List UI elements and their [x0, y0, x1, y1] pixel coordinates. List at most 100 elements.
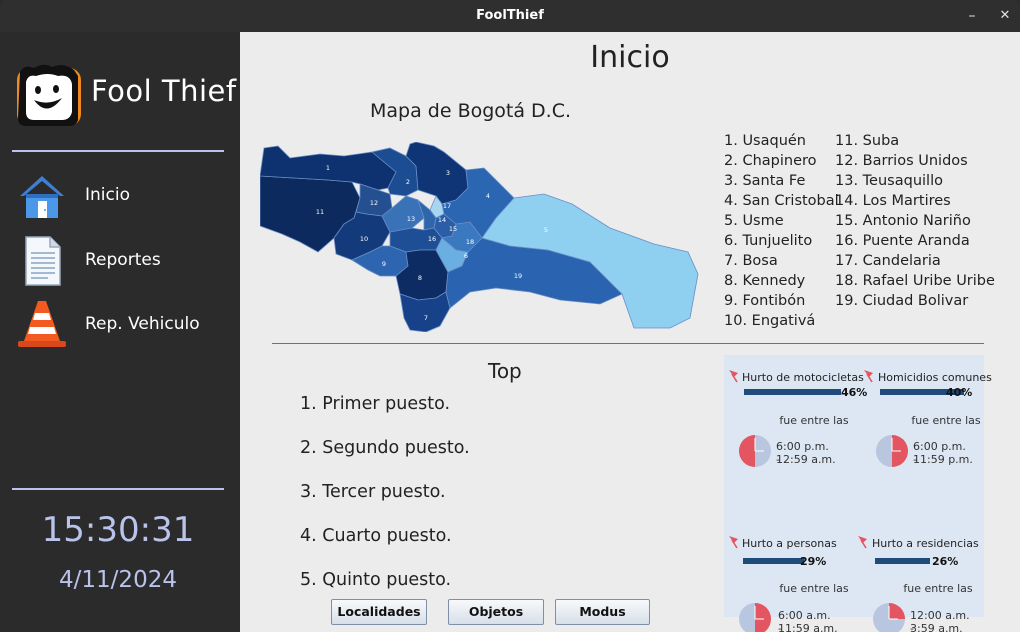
locality-item: 14. Los Martires	[835, 193, 951, 209]
locality-item: 13. Teusaquillo	[835, 173, 943, 189]
stat-percent: 46%	[841, 386, 868, 399]
map-label-16: 16	[428, 235, 436, 243]
map-label-7: 7	[424, 314, 428, 322]
title-bar: FoolThief – ✕	[0, 0, 1020, 32]
stat-percent: 29%	[800, 555, 827, 568]
sidebar-item-reportes[interactable]: Reportes	[16, 235, 236, 287]
map-label-17: 17	[443, 202, 451, 210]
map-label-18: 18	[466, 238, 474, 246]
stat-range-end: 11:59 a.m.	[778, 622, 838, 632]
pin-icon	[858, 536, 867, 549]
top-item: 3. Tercer puesto.	[300, 482, 446, 502]
document-icon	[25, 236, 61, 286]
map-label-3: 3	[446, 169, 450, 177]
locality-item: 16. Puente Aranda	[835, 233, 970, 249]
stat-when: fue entre las	[903, 582, 973, 595]
traffic-cone-icon	[18, 301, 66, 347]
sidebar-item-inicio[interactable]: Inicio	[16, 170, 236, 222]
fool-thief-logo	[17, 64, 81, 126]
objetos-button[interactable]: Objetos	[448, 599, 544, 625]
locality-item: 17. Candelaria	[835, 253, 941, 269]
map-title: Mapa de Bogotá D.C.	[370, 100, 572, 122]
map-label-12: 12	[370, 199, 378, 207]
stat-label: Hurto a residencias	[872, 537, 979, 550]
stat-range-end: 3:59 a.m.	[910, 622, 963, 632]
locality-item: 12. Barrios Unidos	[835, 153, 968, 169]
locality-item: 8. Kennedy	[724, 273, 806, 289]
stat-percent: 26%	[932, 555, 959, 568]
map-label-11: 11	[316, 208, 324, 216]
map-label-6: 6	[464, 252, 468, 260]
clock-pie-icon	[876, 435, 908, 467]
section-divider	[272, 343, 984, 344]
bogota-map: 1 2 3 4 5 6 7 8 9 10 11 12 13 14 15 16 1…	[260, 142, 699, 332]
stat-range-end: 12:59 a.m.	[776, 453, 836, 466]
pin-icon	[729, 370, 738, 383]
stat-range-end: 11:59 p.m.	[913, 453, 973, 466]
top-item: 2. Segundo puesto.	[300, 438, 470, 458]
map-label-10: 10	[360, 235, 368, 243]
map-label-9: 9	[382, 260, 386, 268]
map-label-8: 8	[418, 274, 422, 282]
clock-pie-icon	[873, 603, 905, 632]
map-label-13: 13	[407, 215, 415, 223]
top-title: Top	[488, 359, 522, 383]
top-item: 1. Primer puesto.	[300, 394, 451, 414]
crime-stats-panel: Hurto de motocicletas 46% fue entre las …	[724, 355, 992, 632]
sidebar-item-rep-vehiculo[interactable]: Rep. Vehiculo	[16, 299, 236, 351]
stat-label: Hurto a personas	[742, 537, 837, 550]
sidebar-item-label: Rep. Vehiculo	[85, 314, 200, 334]
minimize-button[interactable]: –	[962, 6, 982, 26]
sidebar-item-label: Inicio	[85, 185, 130, 205]
close-button[interactable]: ✕	[995, 6, 1015, 26]
stat-bar	[875, 558, 930, 564]
top-item: 5. Quinto puesto.	[300, 570, 452, 590]
clock-pie-icon	[739, 603, 771, 632]
home-icon	[20, 176, 64, 218]
locality-item: 2. Chapinero	[724, 153, 817, 169]
stat-when: fue entre las	[911, 414, 981, 427]
locality-item: 11. Suba	[835, 133, 900, 149]
stat-when: fue entre las	[779, 582, 849, 595]
localities-list-2: 11. Suba 12. Barrios Unidos 13. Teusaqui…	[835, 131, 995, 311]
locality-item: 3. Santa Fe	[724, 173, 806, 189]
pin-icon	[729, 536, 738, 549]
main-content: Inicio Mapa de Bogotá D.C. 1 2 3 4 5 6 7…	[240, 32, 1020, 632]
clock-time: 15:30:31	[41, 510, 195, 550]
sidebar-divider-bottom	[12, 488, 224, 490]
locality-item: 6. Tunjuelito	[724, 233, 813, 249]
brand-name: Fool Thief	[91, 74, 237, 108]
modus-button[interactable]: Modus	[555, 599, 650, 625]
locality-item: 15. Antonio Nariño	[835, 213, 971, 229]
locality-item: 5. Usme	[724, 213, 784, 229]
locality-item: 18. Rafael Uribe Uribe	[835, 273, 995, 289]
stat-label: Hurto de motocicletas	[742, 371, 864, 384]
locality-item: 19. Ciudad Bolivar	[835, 293, 969, 309]
top-item: 4. Cuarto puesto.	[300, 526, 452, 546]
stat-when: fue entre las	[779, 414, 849, 427]
locality-item: 7. Bosa	[724, 253, 778, 269]
window-title: FoolThief	[476, 8, 544, 23]
stat-bar	[743, 558, 804, 564]
map-label-14: 14	[438, 216, 446, 224]
sidebar-item-label: Reportes	[85, 250, 161, 270]
clock-date: 4/11/2024	[59, 567, 177, 593]
stat-label: Homicidios comunes	[878, 371, 992, 384]
localidades-button[interactable]: Localidades	[331, 599, 427, 625]
stat-bar	[744, 389, 841, 395]
locality-item: 9. Fontibón	[724, 293, 806, 309]
clock-pie-icon	[739, 435, 771, 467]
locality-item: 10. Engativá	[724, 313, 816, 329]
map-label-4: 4	[486, 192, 490, 200]
stat-percent: 40%	[946, 386, 973, 399]
map-label-15: 15	[449, 225, 457, 233]
page-title: Inicio	[590, 40, 670, 75]
locality-item: 4. San Cristobal	[724, 193, 839, 209]
sidebar: Fool Thief Inicio Reportes Rep. Vehiculo…	[0, 32, 240, 632]
pin-icon	[864, 370, 873, 383]
localities-list-1: 1. Usaquén 2. Chapinero 3. Santa Fe 4. S…	[724, 131, 839, 331]
map-label-5: 5	[544, 226, 548, 234]
map-label-19: 19	[514, 272, 522, 280]
map-label-1: 1	[326, 164, 330, 172]
sidebar-divider-top	[12, 150, 224, 152]
